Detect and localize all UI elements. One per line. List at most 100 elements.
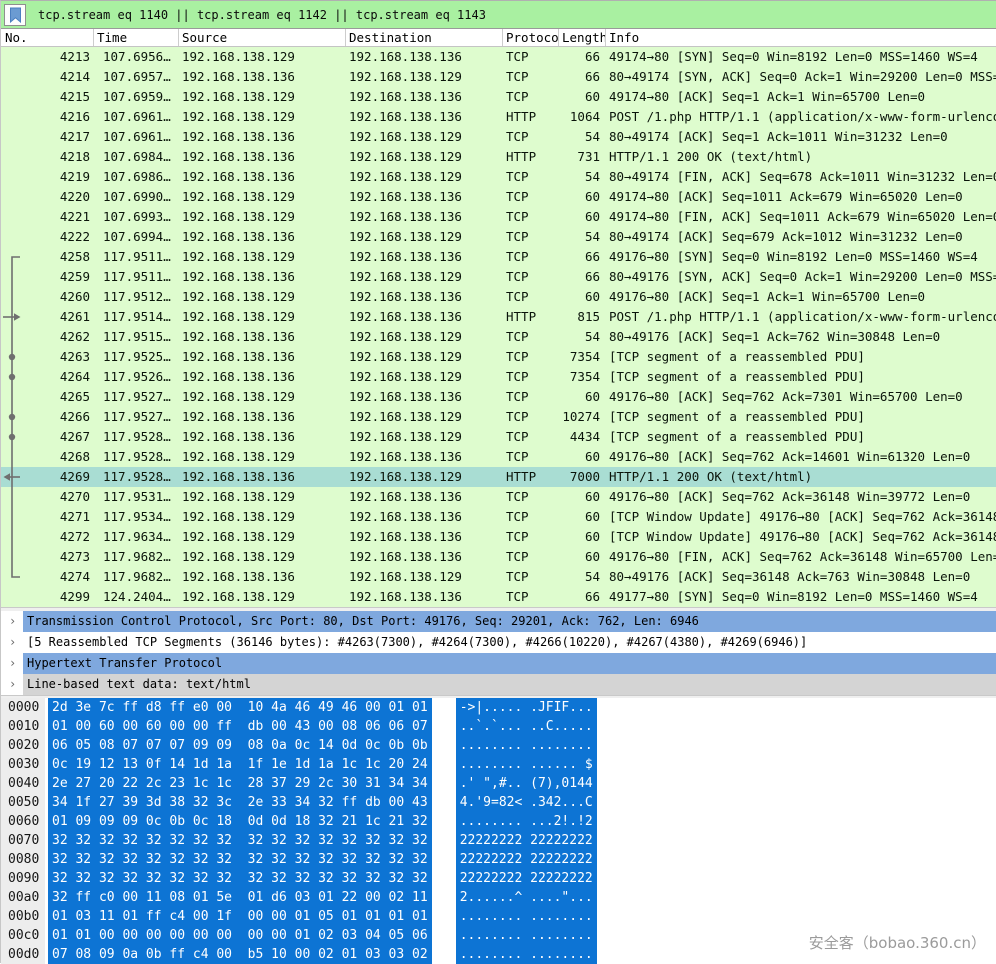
hex-offset: 0060 <box>1 812 45 831</box>
packet-list-header: No. Time Source Destination Protocol Len… <box>1 29 996 47</box>
column-header-time[interactable]: Time <box>94 29 179 46</box>
packet-source: 192.168.138.136 <box>182 569 295 584</box>
packet-row[interactable]: 4219 107.6986… 192.168.138.136 192.168.1… <box>1 167 996 187</box>
hex-row: 00a0 32 ff c0 00 11 08 01 5e 01 d6 03 01… <box>1 888 996 907</box>
expander-chevron-icon[interactable] <box>1 611 23 632</box>
packet-row[interactable]: 4269 117.9528… 192.168.138.136 192.168.1… <box>1 467 996 487</box>
packet-row[interactable]: 4214 107.6957… 192.168.138.136 192.168.1… <box>1 67 996 87</box>
hex-bytes[interactable]: 07 08 09 0a 0b ff c4 00 b5 10 00 02 01 0… <box>48 945 432 964</box>
packet-row[interactable]: 4264 117.9526… 192.168.138.136 192.168.1… <box>1 367 996 387</box>
hex-bytes[interactable]: 01 09 09 09 0c 0b 0c 18 0d 0d 18 32 21 1… <box>48 812 432 831</box>
packet-row[interactable]: 4222 107.6994… 192.168.138.136 192.168.1… <box>1 227 996 247</box>
column-header-no[interactable]: No. <box>1 29 94 46</box>
packet-row[interactable]: 4299 124.2404… 192.168.138.129 192.168.1… <box>1 587 996 607</box>
hex-ascii[interactable]: .' ",#.. (7),0144 <box>455 774 597 793</box>
packet-time: 107.6956… <box>103 49 171 64</box>
packet-row[interactable]: 4221 107.6993… 192.168.138.129 192.168.1… <box>1 207 996 227</box>
hex-bytes[interactable]: 0c 19 12 13 0f 14 1d 1a 1f 1e 1d 1a 1c 1… <box>48 755 432 774</box>
hex-row: 0090 32 32 32 32 32 32 32 32 32 32 32 32… <box>1 869 996 888</box>
display-filter-input[interactable]: tcp.stream eq 1140 || tcp.stream eq 1142… <box>28 1 996 28</box>
packet-row[interactable]: 4213 107.6956… 192.168.138.129 192.168.1… <box>1 47 996 67</box>
detail-row[interactable]: [5 Reassembled TCP Segments (36146 bytes… <box>1 632 996 653</box>
packet-row[interactable]: 4216 107.6961… 192.168.138.129 192.168.1… <box>1 107 996 127</box>
packet-row[interactable]: 4218 107.6984… 192.168.138.136 192.168.1… <box>1 147 996 167</box>
packet-time: 117.9634… <box>103 529 171 544</box>
hex-ascii[interactable]: 4.'9=82< .342...C <box>455 793 597 812</box>
packet-protocol: TCP <box>506 289 529 304</box>
hex-bytes[interactable]: 01 00 60 00 60 00 00 ff db 00 43 00 08 0… <box>48 717 432 736</box>
hex-ascii[interactable]: ........ ...... $ <box>455 755 597 774</box>
related-packet-marker-icon <box>1 447 25 467</box>
hex-ascii[interactable]: ........ ........ <box>455 945 597 964</box>
packet-row[interactable]: 4262 117.9515… 192.168.138.136 192.168.1… <box>1 327 996 347</box>
packet-row[interactable]: 4220 107.6990… 192.168.138.129 192.168.1… <box>1 187 996 207</box>
packet-info: 49176→80 [SYN] Seq=0 Win=8192 Len=0 MSS=… <box>609 249 978 264</box>
packet-info: [TCP segment of a reassembled PDU] <box>609 409 865 424</box>
column-header-destination[interactable]: Destination <box>346 29 503 46</box>
column-header-source[interactable]: Source <box>179 29 346 46</box>
related-packet-marker-icon <box>1 267 25 287</box>
expander-chevron-icon[interactable] <box>1 674 23 695</box>
hex-bytes[interactable]: 2d 3e 7c ff d8 ff e0 00 10 4a 46 49 46 0… <box>48 698 432 717</box>
column-header-protocol[interactable]: Protocol <box>503 29 559 46</box>
wireshark-window: tcp.stream eq 1140 || tcp.stream eq 1142… <box>0 0 996 964</box>
hex-bytes[interactable]: 01 03 11 01 ff c4 00 1f 00 00 01 05 01 0… <box>48 907 432 926</box>
expander-chevron-icon[interactable] <box>1 653 23 674</box>
hex-bytes[interactable]: 2e 27 20 22 2c 23 1c 1c 28 37 29 2c 30 3… <box>48 774 432 793</box>
hex-bytes[interactable]: 32 32 32 32 32 32 32 32 32 32 32 32 32 3… <box>48 831 432 850</box>
column-header-length[interactable]: Length <box>559 29 606 46</box>
packet-destination: 192.168.138.136 <box>349 249 462 264</box>
detail-row[interactable]: Transmission Control Protocol, Src Port:… <box>1 611 996 632</box>
hex-ascii[interactable]: ..`.`... ..C..... <box>455 717 597 736</box>
packet-row[interactable]: 4273 117.9682… 192.168.138.129 192.168.1… <box>1 547 996 567</box>
packet-row[interactable]: 4274 117.9682… 192.168.138.136 192.168.1… <box>1 567 996 587</box>
hex-ascii[interactable]: 22222222 22222222 <box>455 850 597 869</box>
packet-destination: 192.168.138.129 <box>349 169 462 184</box>
hex-bytes[interactable]: 32 32 32 32 32 32 32 32 32 32 32 32 32 3… <box>48 850 432 869</box>
packet-row[interactable]: 4215 107.6959… 192.168.138.129 192.168.1… <box>1 87 996 107</box>
hex-bytes[interactable]: 06 05 08 07 07 07 09 09 08 0a 0c 14 0d 0… <box>48 736 432 755</box>
hex-row: 0020 06 05 08 07 07 07 09 09 08 0a 0c 14… <box>1 736 996 755</box>
packet-row[interactable]: 4263 117.9525… 192.168.138.136 192.168.1… <box>1 347 996 367</box>
hex-ascii[interactable]: ........ ...2!.!2 <box>455 812 597 831</box>
hex-ascii[interactable]: ->|..... .JFIF... <box>455 698 597 717</box>
packet-row[interactable]: 4261 117.9514… 192.168.138.129 192.168.1… <box>1 307 996 327</box>
packet-row[interactable]: 4270 117.9531… 192.168.138.129 192.168.1… <box>1 487 996 507</box>
packet-length: 54 <box>584 329 600 344</box>
hex-ascii[interactable]: 2......^ ...."... <box>455 888 597 907</box>
packet-row[interactable]: 4271 117.9534… 192.168.138.129 192.168.1… <box>1 507 996 527</box>
packet-length: 60 <box>584 529 600 544</box>
packet-row[interactable]: 4272 117.9634… 192.168.138.129 192.168.1… <box>1 527 996 547</box>
packet-row[interactable]: 4266 117.9527… 192.168.138.136 192.168.1… <box>1 407 996 427</box>
hex-ascii[interactable]: ........ ........ <box>455 907 597 926</box>
hex-bytes[interactable]: 01 01 00 00 00 00 00 00 00 00 01 02 03 0… <box>48 926 432 945</box>
packet-row[interactable]: 4259 117.9511… 192.168.138.136 192.168.1… <box>1 267 996 287</box>
detail-row[interactable]: Line-based text data: text/html <box>1 674 996 695</box>
packet-info: 49177→80 [SYN] Seq=0 Win=8192 Len=0 MSS=… <box>609 589 978 604</box>
packet-source: 192.168.138.136 <box>182 429 295 444</box>
packet-row[interactable]: 4260 117.9512… 192.168.138.129 192.168.1… <box>1 287 996 307</box>
hex-ascii[interactable]: ........ ........ <box>455 926 597 945</box>
hex-ascii[interactable]: 22222222 22222222 <box>455 869 597 888</box>
hex-bytes[interactable]: 32 32 32 32 32 32 32 32 32 32 32 32 32 3… <box>48 869 432 888</box>
packet-row[interactable]: 4267 117.9528… 192.168.138.136 192.168.1… <box>1 427 996 447</box>
packet-row[interactable]: 4258 117.9511… 192.168.138.129 192.168.1… <box>1 247 996 267</box>
detail-row[interactable]: Hypertext Transfer Protocol <box>1 653 996 674</box>
packet-time: 107.6961… <box>103 129 171 144</box>
packet-source: 192.168.138.129 <box>182 589 295 604</box>
expander-chevron-icon[interactable] <box>1 632 23 653</box>
packet-time: 107.6959… <box>103 89 171 104</box>
packet-length: 60 <box>584 209 600 224</box>
packet-row[interactable]: 4217 107.6961… 192.168.138.136 192.168.1… <box>1 127 996 147</box>
filter-bookmark-button[interactable] <box>4 3 26 26</box>
packet-destination: 192.168.138.136 <box>349 109 462 124</box>
hex-bytes[interactable]: 32 ff c0 00 11 08 01 5e 01 d6 03 01 22 0… <box>48 888 432 907</box>
packet-info: 49176→80 [ACK] Seq=762 Ack=7301 Win=6570… <box>609 389 963 404</box>
packet-row[interactable]: 4265 117.9527… 192.168.138.129 192.168.1… <box>1 387 996 407</box>
hex-ascii[interactable]: 22222222 22222222 <box>455 831 597 850</box>
packet-row[interactable]: 4268 117.9528… 192.168.138.129 192.168.1… <box>1 447 996 467</box>
hex-bytes[interactable]: 34 1f 27 39 3d 38 32 3c 2e 33 34 32 ff d… <box>48 793 432 812</box>
packet-time: 107.6994… <box>103 229 171 244</box>
column-header-info[interactable]: Info <box>606 29 996 46</box>
hex-ascii[interactable]: ........ ........ <box>455 736 597 755</box>
